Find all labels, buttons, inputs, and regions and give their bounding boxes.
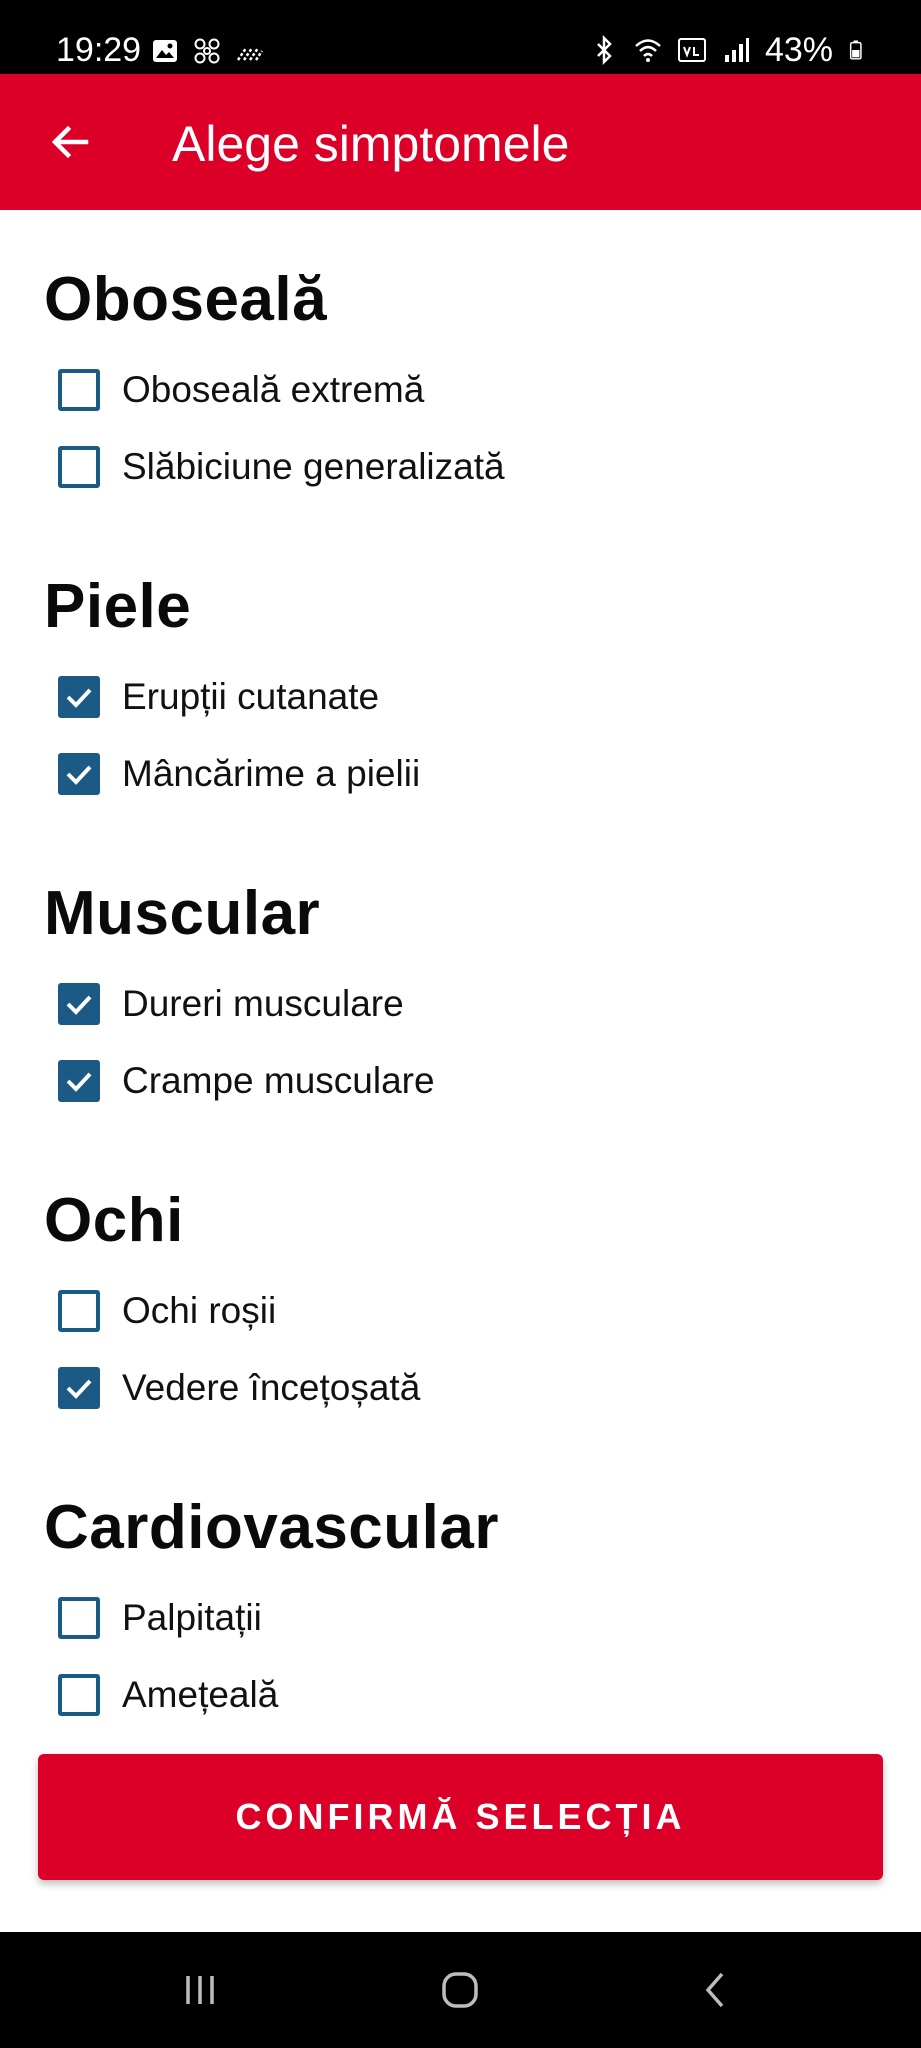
volte-icon bbox=[677, 38, 706, 62]
check-icon bbox=[66, 1379, 92, 1399]
signal-dots-icon bbox=[236, 47, 264, 61]
confirm-selection-button[interactable]: CONFIRMĂ SELECȚIA bbox=[38, 1754, 883, 1880]
check-icon bbox=[66, 995, 92, 1015]
arrow-left-icon bbox=[51, 125, 89, 159]
check-icon bbox=[66, 765, 92, 785]
option-label: Amețeală bbox=[122, 1674, 279, 1715]
back-button[interactable] bbox=[36, 108, 104, 176]
option-label: Erupții cutanate bbox=[122, 676, 380, 717]
option-ochi-rosii[interactable]: Ochi roșii bbox=[58, 1279, 276, 1343]
section-title: Piele bbox=[44, 572, 192, 641]
option-label: Oboseală extremă bbox=[122, 369, 425, 410]
battery-icon bbox=[849, 40, 862, 60]
checkbox[interactable] bbox=[58, 1367, 100, 1409]
section-title: Muscular bbox=[44, 879, 321, 948]
system-nav-bar bbox=[0, 1932, 921, 2048]
battery-percentage: 43% bbox=[764, 31, 833, 69]
option-dureri-musculare[interactable]: Dureri musculare bbox=[58, 972, 404, 1036]
cell-signal-icon bbox=[724, 38, 749, 62]
option-label: Vedere încețoșată bbox=[122, 1367, 421, 1408]
wifi-icon bbox=[635, 39, 661, 62]
recents-button[interactable] bbox=[170, 1960, 230, 2020]
option-mancarime-a-pielii[interactable]: Mâncărime a pielii bbox=[58, 742, 420, 806]
option-label: Palpitații bbox=[122, 1597, 262, 1638]
nav-back-button[interactable] bbox=[686, 1960, 746, 2020]
option-crampe-musculare[interactable]: Crampe musculare bbox=[58, 1049, 435, 1113]
option-eruptii-cutanate[interactable]: Erupții cutanate bbox=[58, 665, 379, 729]
checkbox[interactable] bbox=[58, 1597, 100, 1639]
checkbox[interactable] bbox=[58, 753, 100, 795]
back-icon bbox=[705, 1972, 724, 2008]
home-icon bbox=[442, 1972, 478, 2008]
symptom-list[interactable]: Oboseală Oboseală extremă Slăbiciune gen… bbox=[0, 210, 921, 1930]
option-oboseala-extrema[interactable]: Oboseală extremă bbox=[58, 358, 424, 422]
checkbox[interactable] bbox=[58, 1674, 100, 1716]
recents-icon bbox=[186, 1976, 214, 2004]
check-icon bbox=[66, 688, 92, 708]
option-ameteala[interactable]: Amețeală bbox=[58, 1663, 278, 1727]
option-label: Crampe musculare bbox=[122, 1060, 435, 1101]
option-label: Dureri musculare bbox=[122, 983, 404, 1024]
checkbox[interactable] bbox=[58, 1060, 100, 1102]
section-title: Ochi bbox=[44, 1186, 184, 1255]
section-title: Cardiovascular bbox=[44, 1493, 499, 1562]
checkbox[interactable] bbox=[58, 1290, 100, 1332]
checkbox[interactable] bbox=[58, 983, 100, 1025]
section-title: Oboseală bbox=[44, 265, 328, 334]
image-icon bbox=[153, 40, 177, 62]
checkbox[interactable] bbox=[58, 446, 100, 488]
checkbox[interactable] bbox=[58, 369, 100, 411]
option-label: Slăbiciune generalizată bbox=[122, 446, 505, 487]
checkbox[interactable] bbox=[58, 676, 100, 718]
app-bar: Alege simptomele bbox=[0, 74, 921, 210]
option-vedere-incetosata[interactable]: Vedere încețoșată bbox=[58, 1356, 420, 1420]
option-label: Ochi roșii bbox=[122, 1290, 277, 1331]
fan-icon bbox=[194, 38, 220, 64]
home-button[interactable] bbox=[430, 1960, 490, 2020]
option-slabiciune-generalizata[interactable]: Slăbiciune generalizată bbox=[58, 435, 505, 499]
status-time: 19:29 bbox=[56, 31, 142, 69]
option-palpitatii[interactable]: Palpitații bbox=[58, 1586, 262, 1650]
page-title: Alege simptomele bbox=[172, 116, 570, 172]
option-label: Mâncărime a pielii bbox=[122, 753, 421, 794]
bluetooth-icon bbox=[597, 35, 612, 65]
status-bar: 19:29 43% bbox=[0, 0, 921, 74]
check-icon bbox=[66, 1072, 92, 1092]
